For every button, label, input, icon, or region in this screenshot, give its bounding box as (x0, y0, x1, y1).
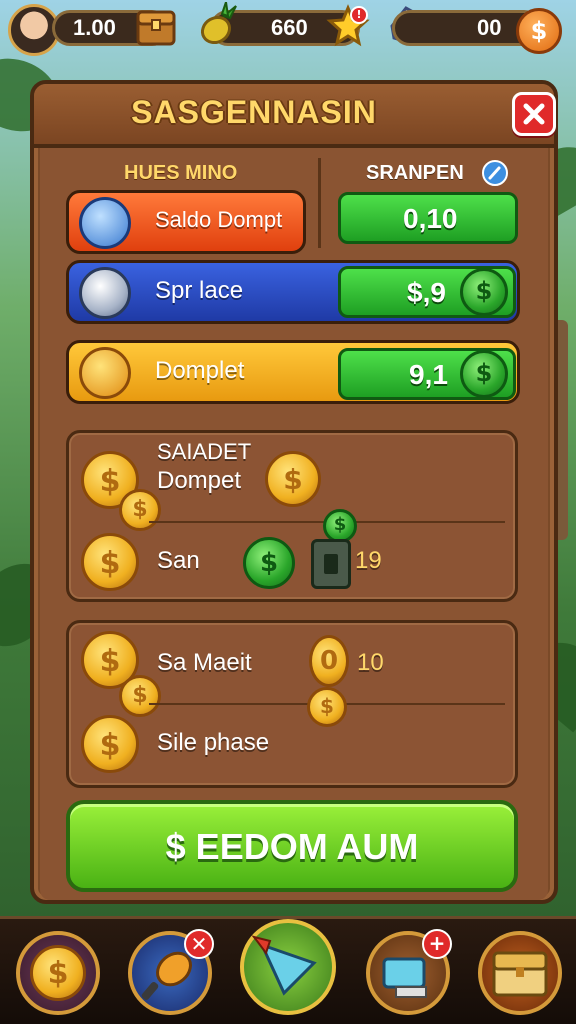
nav-sword-button[interactable] (240, 919, 336, 1015)
panel-body: HUES MINO SRANPEN Saldo Dompt 0,10 Spr l… (40, 148, 548, 900)
row-2-value: $,9 (407, 277, 446, 308)
treasure-chest-icon (492, 951, 548, 997)
card-2-line1-value: 10 (357, 649, 384, 676)
close-button[interactable] (512, 92, 556, 136)
gold-coin-icon: $ (119, 675, 161, 717)
top-resource-bar: 1.00 660 ! 00 $ (0, 0, 576, 62)
add-currency-button[interactable]: $ (516, 8, 562, 54)
nav-chest-button[interactable] (478, 931, 562, 1015)
nav-box-badge: + (422, 929, 452, 959)
card-1-title-line1: SAIADET (157, 439, 252, 464)
column-header-right: SRANPEN (366, 162, 464, 184)
column-header-left: HUES MINO (124, 162, 238, 184)
gold-coin-icon: 0 (309, 635, 349, 687)
notification-badge: ! (350, 6, 368, 24)
card-1-title-line2: Dompet (157, 467, 242, 494)
close-icon (523, 103, 545, 125)
green-coin-icon: $ (460, 268, 508, 316)
wallet-card-2: $ $ Sa Maeit 0 10 $ $ Sile phase (66, 620, 518, 788)
nav-box-button[interactable]: + (366, 929, 452, 1015)
gold-coin-icon: $ (81, 533, 139, 591)
row-1-label: Saldo Dompt (155, 207, 283, 232)
pineapple-icon (200, 2, 237, 45)
wallet-card-1: $ $ SAIADET Dompet $ $ $ San $ 19 (66, 430, 518, 602)
row-3-label: Domplet (155, 357, 245, 384)
wallet-icon (311, 539, 351, 589)
shield-gem-icon (79, 197, 131, 249)
panel-title: SASGENNASIN (131, 94, 377, 130)
balance-row-1[interactable]: Saldo Dompt (66, 190, 306, 254)
redeem-button[interactable]: $ EEDOM AUM (66, 800, 518, 892)
card-2-line1: Sa Maeit (157, 649, 252, 676)
resource-gem-value: 00 (477, 15, 502, 40)
treasure-chest-icon (136, 10, 176, 46)
green-coin-icon: $ (460, 350, 508, 398)
card-1-item-label: San (157, 547, 200, 574)
nav-coins-button[interactable]: $ (16, 931, 100, 1015)
silver-coin-icon (79, 267, 131, 319)
column-divider (318, 158, 321, 248)
wallet-panel: SASGENNASIN HUES MINO SRANPEN Saldo Domp… (30, 80, 558, 904)
coin-icon: $ (30, 945, 86, 1001)
gold-coin-icon: $ (81, 715, 139, 773)
nav-potion-badge: ✕ (184, 929, 214, 959)
redeem-button-label: $ EEDOM AUM (165, 826, 419, 867)
gold-coin-icon: $ (119, 489, 161, 531)
row-3-value: 9,1 (409, 359, 448, 390)
dollar-icon: $ (530, 17, 548, 45)
row-1-value: 0,10 (403, 203, 458, 234)
gold-coin-icon: $ (265, 451, 321, 507)
green-coin-icon: $ (243, 537, 295, 589)
panel-header: SASGENNASIN (34, 84, 556, 148)
resource-pineapple-value: 660 (271, 15, 308, 40)
nav-potion-button[interactable]: ✕ (128, 929, 214, 1015)
card-1-item-value: 19 (355, 547, 382, 574)
green-coin-icon: $ (323, 509, 357, 543)
row-2-label: Spr lace (155, 277, 244, 304)
bottom-navigation: $ ✕ + (0, 916, 576, 1024)
gold-coin-icon: $ (307, 687, 347, 727)
sword-icon (251, 935, 317, 996)
pencil-icon (488, 166, 501, 180)
card-2-line2: Sile phase (157, 729, 270, 756)
gold-coin-icon (79, 347, 131, 399)
resource-chest-value: 1.00 (73, 15, 116, 40)
info-icon[interactable] (482, 160, 508, 186)
row-1-value-box: 0,10 (338, 192, 518, 244)
